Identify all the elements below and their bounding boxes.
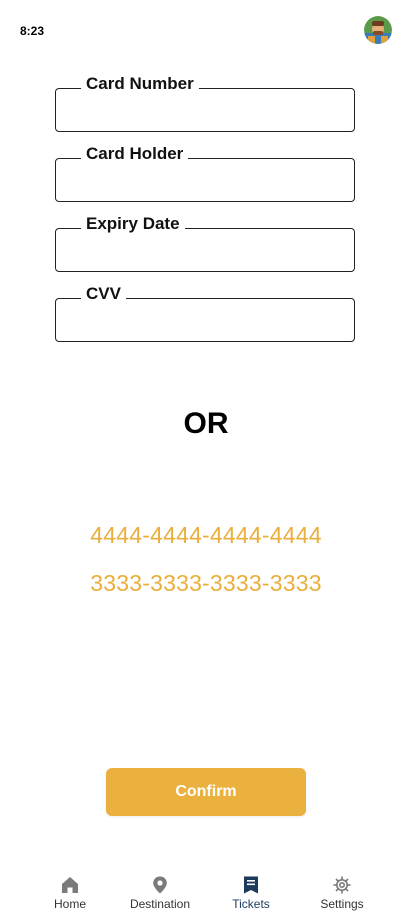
nav-label-settings: Settings (320, 897, 364, 911)
nav-label-home: Home (53, 897, 86, 911)
card-number-field[interactable]: Card Number (55, 74, 355, 132)
home-icon (62, 877, 78, 893)
nav-item-destination[interactable]: Destination (114, 868, 206, 914)
saved-card-1[interactable]: 4444-4444-4444-4444 (0, 522, 412, 549)
expiry-date-label: Expiry Date (81, 214, 185, 234)
nav-label-tickets: Tickets (232, 897, 270, 911)
avatar[interactable] (364, 16, 392, 44)
expiry-date-field[interactable]: Expiry Date (55, 214, 355, 272)
confirm-button[interactable]: Confirm (106, 768, 306, 816)
bottom-nav: Home Destination Tickets Settings (0, 868, 412, 917)
location-pin-icon (153, 876, 167, 894)
nav-item-tickets[interactable]: Tickets (205, 868, 297, 914)
saved-card-2[interactable]: 3333-3333-3333-3333 (0, 570, 412, 597)
nav-item-settings[interactable]: Settings (296, 868, 388, 914)
status-bar-time: 8:23 (20, 24, 45, 38)
nav-item-home[interactable]: Home (24, 868, 116, 914)
card-number-label: Card Number (81, 74, 199, 94)
nav-label-destination: Destination (129, 897, 191, 911)
gear-icon (333, 876, 351, 894)
cvv-label: CVV (81, 284, 126, 304)
ticket-icon (244, 876, 258, 894)
avatar-image (364, 16, 392, 44)
cvv-field[interactable]: CVV (55, 284, 355, 342)
card-holder-label: Card Holder (81, 144, 189, 164)
card-holder-field[interactable]: Card Holder (55, 144, 355, 202)
confirm-button-label: Confirm (175, 783, 237, 800)
or-divider: OR (183, 407, 229, 440)
